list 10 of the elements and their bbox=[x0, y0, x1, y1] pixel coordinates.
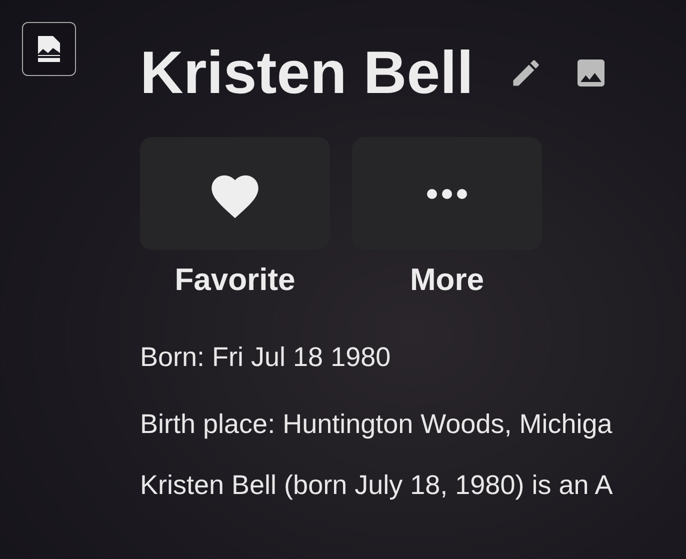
overview-text: Kristen Bell (born July 18, 1980) is an A bbox=[140, 470, 613, 501]
action-label: More bbox=[410, 262, 484, 298]
home-button[interactable] bbox=[22, 22, 76, 76]
person-name: Kristen Bell bbox=[140, 38, 474, 107]
broken-image-icon bbox=[35, 34, 63, 64]
favorite-button[interactable] bbox=[140, 137, 330, 250]
action-label: Favorite bbox=[174, 262, 296, 298]
detail-text: Birth place: Huntington Woods, Michiga bbox=[140, 409, 613, 440]
detail-text: Born: Fri Jul 18 1980 bbox=[140, 342, 392, 373]
more-icon bbox=[425, 188, 469, 200]
